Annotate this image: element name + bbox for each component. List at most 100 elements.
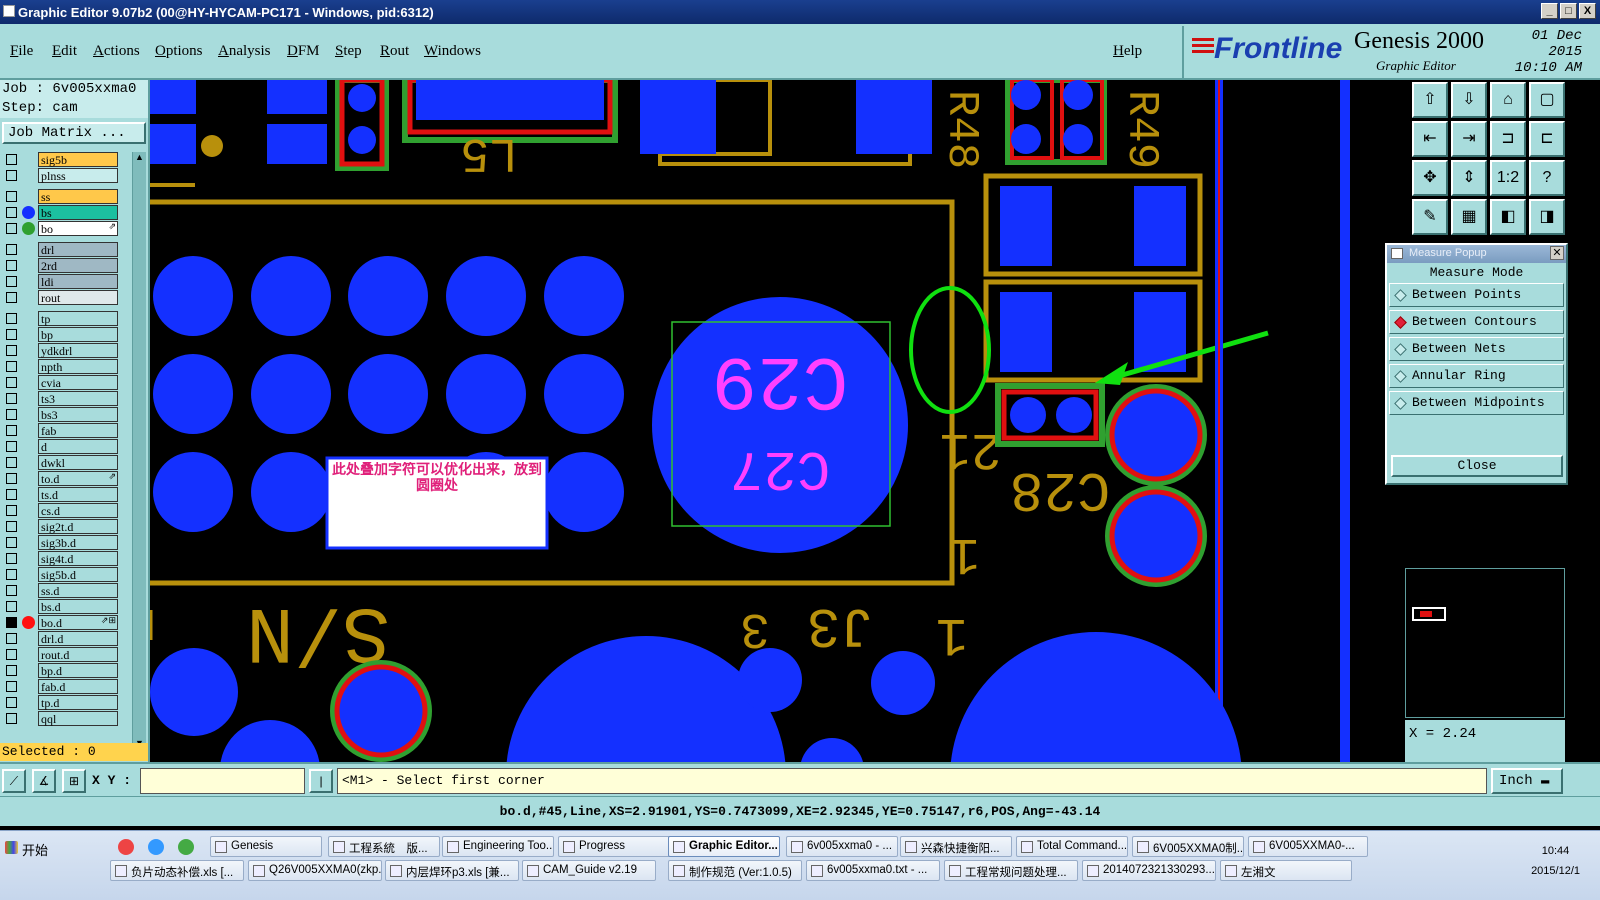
- menu-analysis[interactable]: Analysis: [218, 43, 271, 60]
- layer-checkbox[interactable]: [6, 681, 17, 692]
- layer-checkbox[interactable]: [6, 170, 17, 181]
- graphic-canvas[interactable]: C29 C27 此处叠加字符可以优化出来，放到圆圈处 L5 R48 R49 S/…: [150, 80, 1408, 762]
- layer-checkbox[interactable]: [6, 601, 17, 612]
- layer-name[interactable]: cs.d: [38, 503, 118, 518]
- taskbar-button[interactable]: Total Command...: [1016, 836, 1128, 857]
- layer-checkbox[interactable]: [6, 521, 17, 532]
- layer-checkbox[interactable]: [6, 617, 17, 628]
- menu-options[interactable]: Options: [155, 43, 203, 60]
- layer-name[interactable]: bo: [38, 221, 118, 236]
- menu-file[interactable]: File: [10, 43, 33, 60]
- tool-button-icon[interactable]: ?: [1529, 160, 1565, 196]
- layer-row[interactable]: drl.d: [2, 631, 120, 646]
- taskbar-button[interactable]: 6v005xxma0.txt - ...: [806, 860, 940, 881]
- taskbar-button[interactable]: 左湘文: [1220, 860, 1352, 881]
- menu-windows[interactable]: Windows: [424, 43, 481, 60]
- tool-button-icon[interactable]: ▦: [1451, 199, 1487, 235]
- layer-checkbox[interactable]: [6, 409, 17, 420]
- layer-row[interactable]: plnss: [2, 168, 120, 183]
- snap-icon[interactable]: ⟋: [2, 769, 26, 793]
- taskbar-button[interactable]: 6V005XXMA0制...: [1132, 836, 1244, 857]
- layer-row[interactable]: ydkdrl: [2, 343, 120, 358]
- layer-checkbox[interactable]: [6, 569, 17, 580]
- taskbar-button[interactable]: 内层焊环p3.xls [兼...: [385, 860, 519, 881]
- measure-icon[interactable]: ∡: [32, 769, 56, 793]
- tool-button-icon[interactable]: 1:2: [1490, 160, 1526, 196]
- layer-row[interactable]: ldi: [2, 274, 120, 289]
- layer-name[interactable]: bs.d: [38, 599, 118, 614]
- layer-checkbox[interactable]: [6, 223, 17, 234]
- layer-row[interactable]: bs: [2, 205, 120, 220]
- taskbar-button[interactable]: 制作规范 (Ver:1.0.5): [668, 860, 802, 881]
- grid-icon[interactable]: ⊞: [62, 769, 86, 793]
- layer-checkbox[interactable]: [6, 345, 17, 356]
- layer-name[interactable]: fab.d: [38, 679, 118, 694]
- layer-row[interactable]: ts3: [2, 391, 120, 406]
- layer-row[interactable]: ss: [2, 189, 120, 204]
- layer-name[interactable]: tp.d: [38, 695, 118, 710]
- layer-row[interactable]: npth: [2, 359, 120, 374]
- layer-name[interactable]: tp: [38, 311, 118, 326]
- layer-row[interactable]: sig5b.d: [2, 567, 120, 582]
- measure-option[interactable]: Between Midpoints: [1389, 391, 1564, 415]
- layer-checkbox[interactable]: [6, 505, 17, 516]
- layer-name[interactable]: ts.d: [38, 487, 118, 502]
- tool-button-icon[interactable]: ◧: [1490, 199, 1526, 235]
- overview-map[interactable]: [1405, 568, 1565, 718]
- taskbar-button[interactable]: Progress: [558, 836, 670, 857]
- layer-checkbox[interactable]: [6, 441, 17, 452]
- layer-row[interactable]: tp.d: [2, 695, 120, 710]
- chrome-icon[interactable]: [118, 839, 134, 855]
- taskbar-button[interactable]: CAM_Guide v2.19: [522, 860, 656, 881]
- layer-checkbox[interactable]: [6, 276, 17, 287]
- taskbar-button[interactable]: Graphic Editor...: [668, 836, 780, 857]
- layer-row[interactable]: sig5b: [2, 152, 120, 167]
- layer-checkbox[interactable]: [6, 361, 17, 372]
- minimize-button[interactable]: _: [1541, 3, 1558, 19]
- tool-button-icon[interactable]: ⌂: [1490, 82, 1526, 118]
- tool-button-icon[interactable]: ⇩: [1451, 82, 1487, 118]
- tool-button-icon[interactable]: ⇕: [1451, 160, 1487, 196]
- layer-name[interactable]: npth: [38, 359, 118, 374]
- taskbar-button[interactable]: Engineering Too...: [442, 836, 554, 857]
- measure-close-icon[interactable]: ✕: [1550, 246, 1564, 260]
- menu-dfm[interactable]: DFM: [287, 43, 320, 60]
- app-icon[interactable]: [178, 839, 194, 855]
- layer-name[interactable]: bs: [38, 205, 118, 220]
- layer-row[interactable]: ts.d: [2, 487, 120, 502]
- layer-checkbox[interactable]: [6, 697, 17, 708]
- start-button[interactable]: 开始: [2, 837, 52, 859]
- tool-button-icon[interactable]: ⊐: [1490, 121, 1526, 157]
- layer-name[interactable]: sig5b: [38, 152, 118, 167]
- system-clock[interactable]: 10:44 2015/12/1: [1531, 841, 1580, 881]
- layer-checkbox[interactable]: [6, 665, 17, 676]
- taskbar-button[interactable]: 2014072321330293...: [1082, 860, 1216, 881]
- layer-name[interactable]: ts3: [38, 391, 118, 406]
- close-button[interactable]: X: [1579, 3, 1596, 19]
- layer-checkbox[interactable]: [6, 473, 17, 484]
- layer-name[interactable]: ydkdrl: [38, 343, 118, 358]
- layer-checkbox[interactable]: [6, 292, 17, 303]
- layer-row[interactable]: qql: [2, 711, 120, 726]
- layer-name[interactable]: sig2t.d: [38, 519, 118, 534]
- layer-name[interactable]: dwkl: [38, 455, 118, 470]
- layer-checkbox[interactable]: [6, 329, 17, 340]
- layer-checkbox[interactable]: [6, 585, 17, 596]
- measure-close-button[interactable]: Close: [1391, 455, 1563, 477]
- maximize-button[interactable]: □: [1560, 3, 1577, 19]
- layer-name[interactable]: ldi: [38, 274, 118, 289]
- layer-name[interactable]: sig5b.d: [38, 567, 118, 582]
- measure-option[interactable]: Between Contours: [1389, 310, 1564, 334]
- measure-option[interactable]: Between Nets: [1389, 337, 1564, 361]
- layer-name[interactable]: sig4t.d: [38, 551, 118, 566]
- tool-button-icon[interactable]: ▢: [1529, 82, 1565, 118]
- measure-option[interactable]: Annular Ring: [1389, 364, 1564, 388]
- job-matrix-button[interactable]: Job Matrix ...: [2, 122, 146, 144]
- layer-name[interactable]: sig3b.d: [38, 535, 118, 550]
- layer-checkbox[interactable]: [6, 633, 17, 644]
- tool-button-icon[interactable]: ⇥: [1451, 121, 1487, 157]
- layer-name[interactable]: cvia: [38, 375, 118, 390]
- layer-checkbox[interactable]: [6, 489, 17, 500]
- layer-name[interactable]: rout: [38, 290, 118, 305]
- layer-checkbox[interactable]: [6, 154, 17, 165]
